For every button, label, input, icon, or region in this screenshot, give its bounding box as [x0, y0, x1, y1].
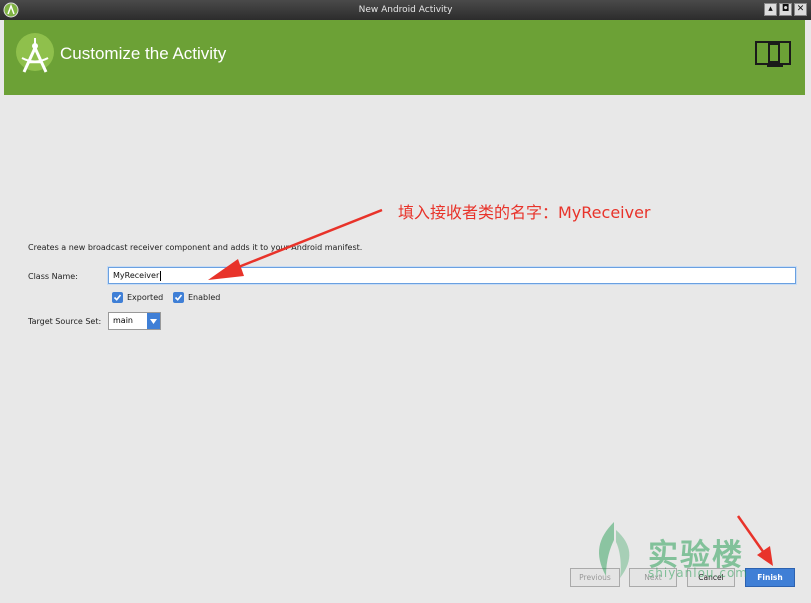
finish-button[interactable]: Finish: [745, 568, 795, 587]
new-android-activity-dialog: New Android Activity ▴ ◘ ✕ Customize the…: [0, 0, 811, 603]
exported-checkbox[interactable]: [112, 292, 123, 303]
android-studio-app-icon: [3, 2, 19, 18]
text-cursor: [160, 270, 162, 281]
target-source-set-select[interactable]: main: [108, 312, 161, 330]
exported-label: Exported: [127, 293, 164, 302]
exported-checkbox-row[interactable]: Exported: [112, 292, 163, 303]
maximize-button[interactable]: ◘: [779, 3, 792, 16]
annotation-arrow-shaft: [235, 208, 383, 270]
window-title: New Android Activity: [358, 5, 453, 15]
restore-button[interactable]: ▴: [764, 3, 777, 16]
window-titlebar[interactable]: New Android Activity ▴ ◘ ✕: [0, 0, 811, 20]
tablet-phone-icon: [755, 41, 791, 67]
enabled-checkbox[interactable]: [173, 292, 184, 303]
target-source-set-value: main: [113, 316, 133, 325]
class-name-value: MyReceiver: [113, 271, 160, 280]
close-button[interactable]: ✕: [794, 3, 807, 16]
watermark-subtext: shiyanlou.com: [648, 566, 748, 580]
enabled-label: Enabled: [188, 293, 221, 302]
class-name-input[interactable]: MyReceiver: [108, 267, 796, 284]
target-source-set-label: Target Source Set:: [28, 317, 102, 326]
window-controls: ▴ ◘ ✕: [764, 3, 807, 16]
class-name-label: Class Name:: [28, 272, 78, 281]
description-text: Creates a new broadcast receiver compone…: [28, 243, 363, 252]
finish-arrow-head: [757, 546, 773, 566]
enabled-checkbox-row[interactable]: Enabled: [173, 292, 220, 303]
check-icon: [113, 294, 122, 301]
chevron-down-icon[interactable]: [147, 313, 160, 329]
banner-title: Customize the Activity: [60, 44, 227, 63]
check-icon: [174, 294, 183, 301]
shiyanlou-watermark-icon: [599, 522, 630, 578]
header-banner: Customize the Activity: [4, 20, 805, 95]
android-studio-icon: [16, 33, 54, 73]
annotation-text: 填入接收者类的名字：MyReceiver: [398, 203, 651, 222]
